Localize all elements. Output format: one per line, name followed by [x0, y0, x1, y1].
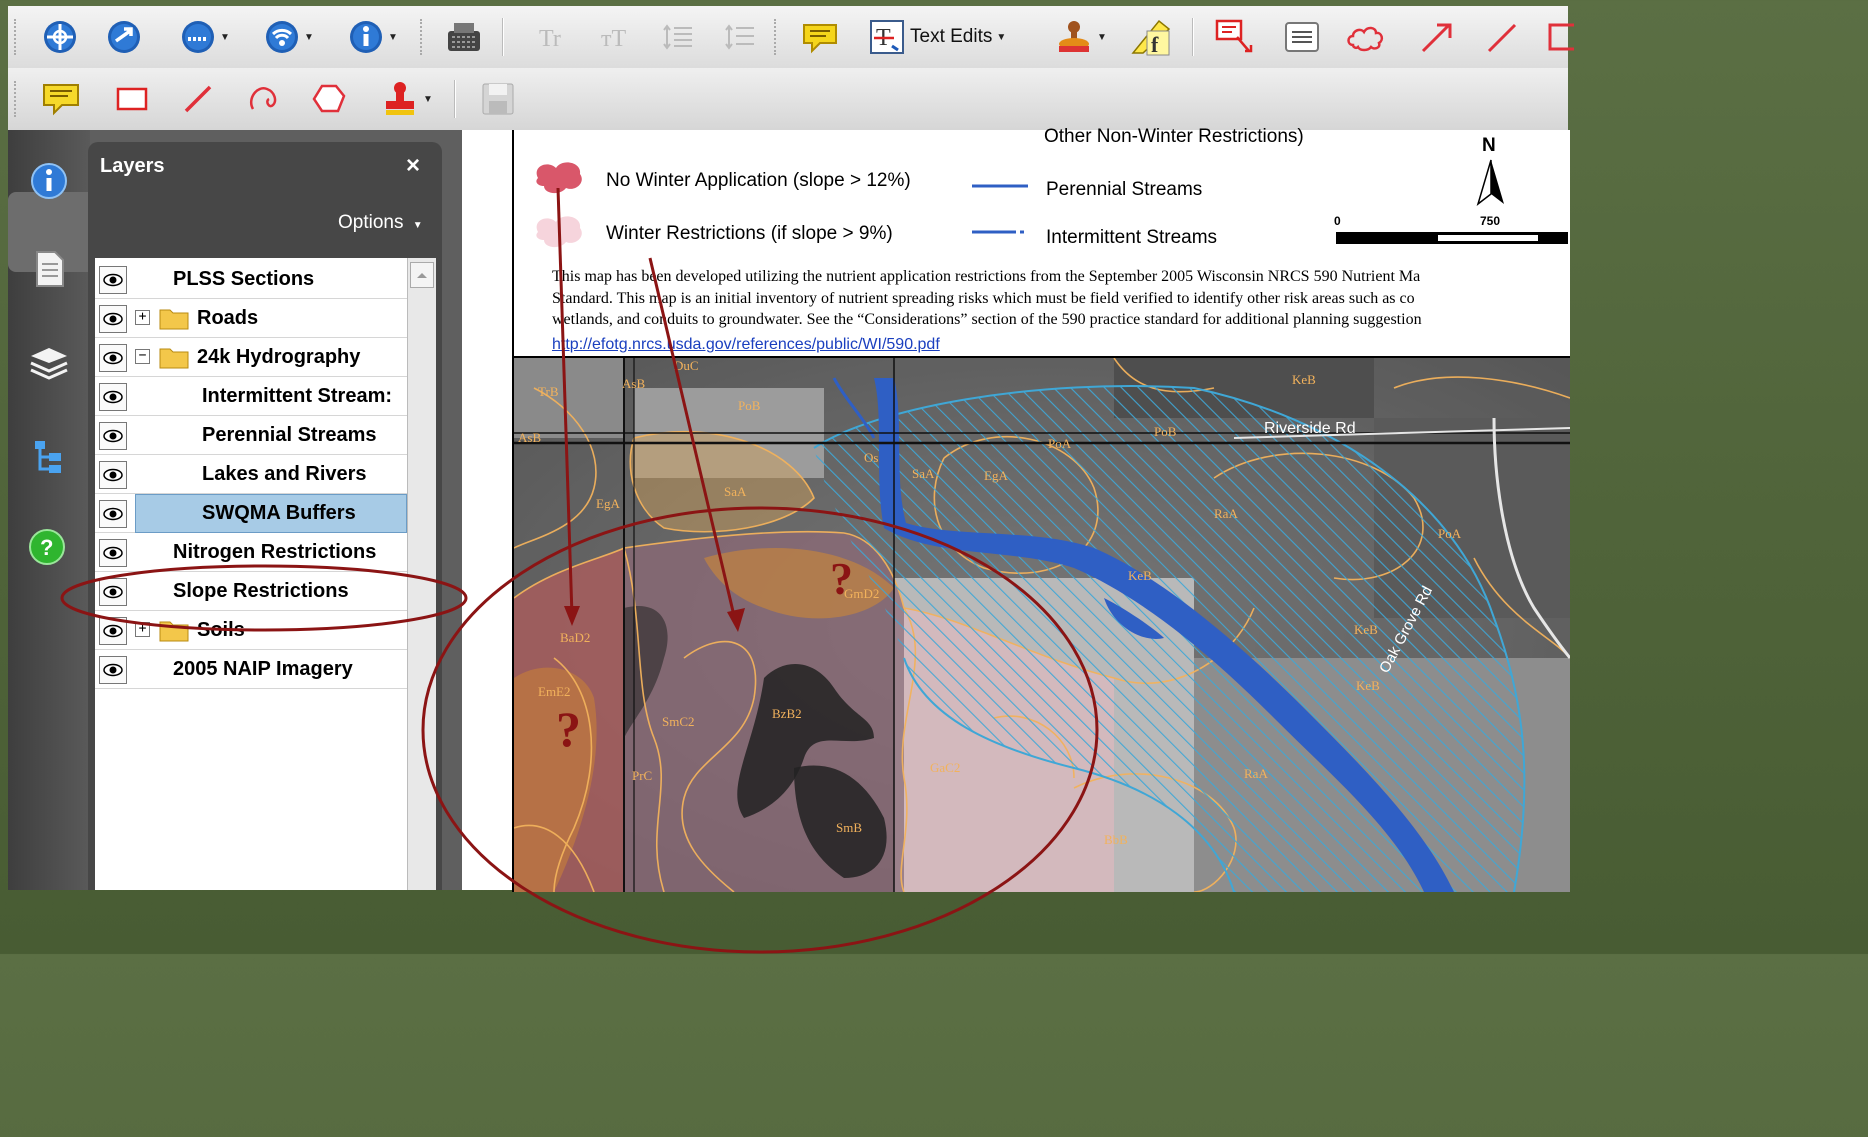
annotation-overlay [60, 187, 1099, 954]
map-highlight-ellipse [421, 506, 1099, 954]
question-mark-annotation: ? [556, 701, 581, 757]
question-mark-annotation: ? [830, 553, 853, 604]
annotation-arrow [648, 257, 737, 621]
layer-highlight-ellipse [60, 564, 468, 632]
screen: { "toolbar": { "text_edits_label": "Text… [0, 0, 1574, 954]
arrowhead-icon [727, 608, 745, 632]
arrowhead-icon [564, 606, 580, 626]
